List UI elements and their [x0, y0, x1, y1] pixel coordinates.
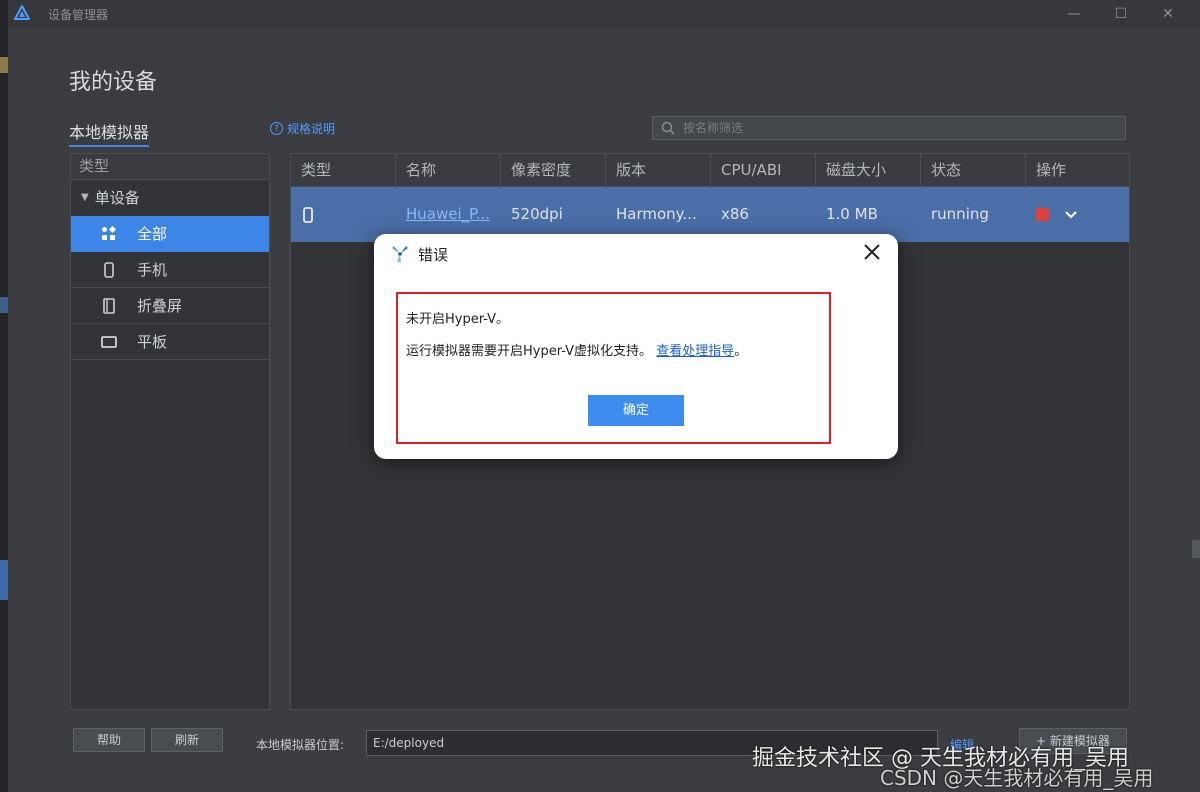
sidebar-item-label: 手机 [137, 261, 168, 279]
title-bar [8, 0, 1200, 28]
window-title: 设备管理器 [48, 8, 109, 22]
grid-icon [102, 225, 117, 240]
phone-icon [303, 206, 313, 223]
app-logo-icon [14, 5, 30, 20]
device-type-cell [291, 187, 396, 242]
close-window-button[interactable]: ✕ [1153, 4, 1183, 24]
spec-link-label: 规格说明 [287, 122, 336, 136]
caret-down-icon: ▼ [81, 192, 89, 203]
phone-icon [104, 261, 114, 278]
sidebar-item-label: 平板 [137, 333, 168, 351]
error-detail: 运行模拟器需要开启Hyper-V虚拟化支持。 查看处理指导。 [406, 340, 747, 359]
column-header[interactable]: CPU/ABI [711, 154, 816, 186]
search-icon [661, 121, 675, 135]
dialog-title: 错误 [418, 246, 449, 264]
sidebar-item-foldable[interactable]: 折叠屏 [71, 288, 269, 324]
background-editor-fragment [0, 57, 8, 73]
background-editor-fragment [1192, 540, 1200, 558]
column-header[interactable]: 像素密度 [501, 154, 606, 186]
ok-button[interactable]: 确定 [588, 395, 684, 426]
tablet-icon [101, 335, 117, 348]
minimize-button[interactable]: — [1059, 4, 1089, 24]
table-header: 类型 名称 像素密度 版本 CPU/ABI 磁盘大小 状态 操作 [291, 154, 1129, 187]
sidebar-item-label: 全部 [137, 225, 168, 243]
background-editor-fragment [0, 560, 8, 600]
error-detail-end: 。 [734, 344, 748, 359]
page-title: 我的设备 [69, 70, 158, 95]
column-header[interactable]: 操作 [1026, 154, 1129, 186]
column-header[interactable]: 类型 [291, 154, 396, 186]
sidebar-item-phone[interactable]: 手机 [71, 252, 269, 288]
guide-link[interactable]: 查看处理指导 [656, 344, 734, 359]
column-header[interactable]: 版本 [606, 154, 711, 186]
refresh-button[interactable]: 刷新 [151, 728, 223, 752]
help-circle-icon: ? [270, 122, 283, 135]
column-header[interactable]: 磁盘大小 [816, 154, 921, 186]
type-header: 类型 [71, 154, 269, 180]
sidebar-item-label: 折叠屏 [137, 297, 183, 315]
left-edge-strip [0, 0, 8, 792]
watermark: CSDN @天生我材必有用_吴用 [880, 766, 1154, 790]
error-dialog: 错误 未开启Hyper-V。 运行模拟器需要开启Hyper-V虚拟化支持。 查看… [374, 234, 898, 459]
app-logo-icon [392, 246, 408, 262]
help-button[interactable]: 帮助 [73, 728, 145, 752]
group-label: 单设备 [94, 189, 140, 207]
tab-local-emulator[interactable]: 本地模拟器 [69, 119, 150, 147]
column-header[interactable]: 名称 [396, 154, 501, 186]
sidebar-item-all[interactable]: 全部 [71, 216, 269, 252]
status-cell: running [931, 205, 989, 223]
search-box[interactable] [652, 116, 1126, 140]
type-filter-panel: 类型 ▼ 单设备 全部 手机 折叠屏 平板 [70, 153, 270, 710]
foldable-icon [103, 297, 115, 314]
single-device-group[interactable]: ▼ 单设备 [71, 180, 269, 216]
close-icon[interactable] [860, 240, 884, 264]
maximize-button[interactable]: ☐ [1106, 4, 1136, 24]
error-detail-text: 运行模拟器需要开启Hyper-V虚拟化支持。 [406, 344, 653, 359]
column-header[interactable]: 状态 [921, 154, 1026, 186]
error-message: 未开启Hyper-V。 [406, 312, 510, 327]
device-name-link[interactable]: Huawei_P... [406, 205, 490, 223]
actions-cell [1026, 187, 1129, 242]
location-label: 本地模拟器位置: [256, 738, 345, 752]
sidebar-item-tablet[interactable]: 平板 [71, 324, 269, 360]
background-editor-fragment [0, 297, 8, 313]
stop-button[interactable] [1036, 208, 1049, 221]
search-input[interactable] [681, 120, 1105, 136]
chevron-down-icon[interactable] [1064, 210, 1078, 220]
spec-link[interactable]: ? 规格说明 [270, 120, 335, 137]
